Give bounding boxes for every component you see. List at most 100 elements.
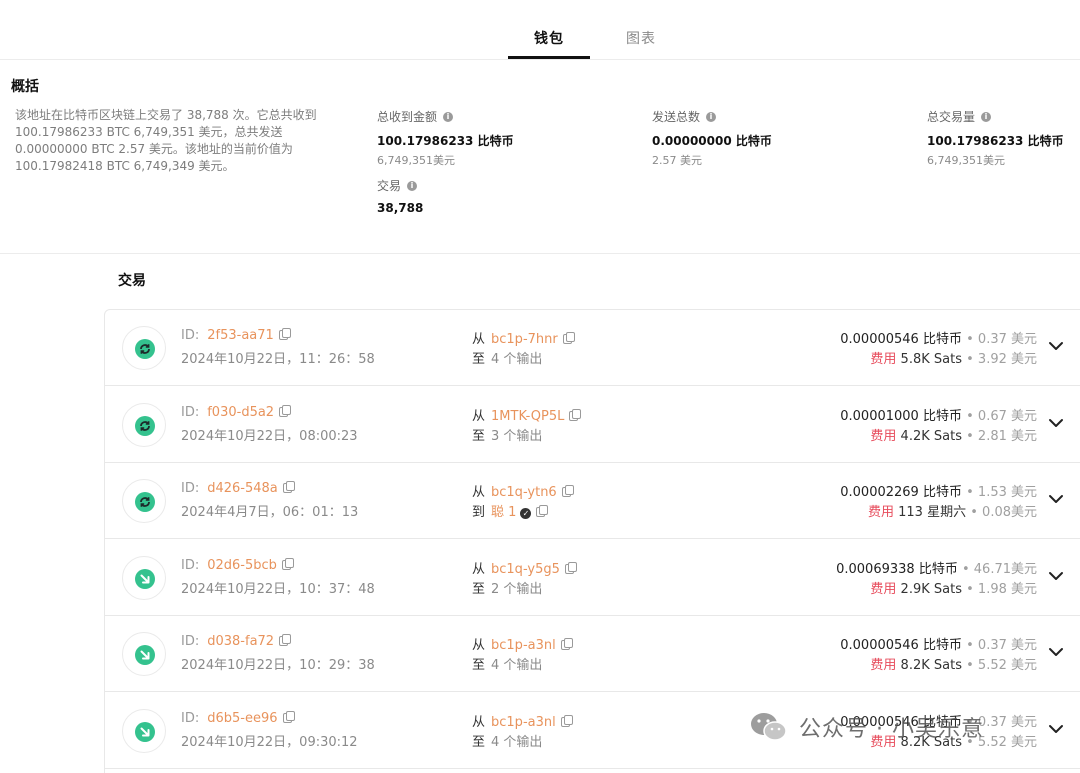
copy-icon[interactable]: [562, 332, 575, 344]
swap-icon: [135, 339, 155, 359]
tx-to: 至 4 个输出: [472, 348, 542, 367]
tx-id-line: ID: d038-fa72: [181, 634, 292, 649]
chevron-down-icon[interactable]: [1046, 719, 1066, 739]
chevron-down-icon[interactable]: [1046, 566, 1066, 586]
from-address[interactable]: bc1q-ytn6: [491, 485, 557, 500]
receive-icon: [135, 721, 155, 742]
tx-amount: 0.00002269 比特币 • 1.53 美元: [840, 481, 1037, 500]
stat-label: 总收到金额: [377, 110, 438, 124]
copy-icon[interactable]: [569, 408, 582, 421]
watermark: 公众号 · 小吴乐意: [749, 710, 984, 744]
to-outputs: 4 个输出: [491, 352, 543, 367]
copy-icon[interactable]: [536, 505, 549, 517]
chevron-down-icon[interactable]: [1046, 489, 1066, 509]
copy-icon[interactable]: [564, 561, 577, 574]
info-icon[interactable]: i: [443, 111, 454, 122]
amount-usd: 0.37 美元: [977, 638, 1037, 653]
from-address[interactable]: bc1p-7hnr: [491, 332, 558, 347]
tab-chart[interactable]: 图表: [626, 28, 656, 48]
transaction-row[interactable]: ID: 2f53-aa71 2024年10月22日，11：26：58 从 bc1p-7h…: [105, 310, 1080, 386]
wechat-icon: [751, 713, 787, 741]
chevron-down-icon[interactable]: [1046, 642, 1066, 662]
watermark-text: 公众号 · 小吴乐意: [799, 717, 984, 742]
copy-icon[interactable]: [560, 714, 573, 727]
tx-id-line: ID: f030-d5a2: [181, 404, 292, 420]
tx-date: 2024年10月22日，11：26：58: [181, 352, 375, 367]
copy-icon[interactable]: [279, 404, 292, 417]
tx-id-line: ID: 02d6-5bcb: [181, 557, 294, 573]
tx-from: 从 bc1p-7hnr: [472, 328, 575, 347]
info-icon[interactable]: i: [706, 111, 717, 122]
dot-separator: •: [966, 332, 974, 347]
info-icon[interactable]: i: [407, 180, 418, 191]
tx-id-line: ID: d6b5-ee96: [181, 710, 295, 726]
copy-icon[interactable]: [561, 485, 574, 497]
receive-icon: [135, 645, 155, 665]
stat-value: 100.17986233 比特币: [927, 134, 1064, 148]
transaction-list: ID: 2f53-aa71 2024年10月22日，11：26：58 从 bc1p-7h…: [104, 309, 1080, 773]
fee-usd: 1.98 美元: [977, 581, 1037, 597]
copy-icon[interactable]: [281, 557, 294, 570]
fee-usd: 2.81 美元: [977, 428, 1037, 444]
tab-wallet[interactable]: 钱包: [508, 28, 590, 59]
info-icon[interactable]: i: [981, 111, 992, 122]
tx-fee: 费用 5.8K Sats • 3.92 美元: [870, 348, 1037, 367]
amount-btc: 0.00000546 比特币: [840, 332, 962, 347]
stat-usd: 6,749,351美元: [377, 154, 455, 167]
tx-id-link[interactable]: 02d6-5bcb: [207, 558, 277, 573]
transaction-row[interactable]: ID: 02d6-5bcb 2024年10月22日，10：37：48 从 bc1q-y5…: [105, 540, 1080, 616]
tx-fee: 费用 113 星期六 • 0.08美元: [868, 501, 1037, 520]
tx-to: 至 2 个输出: [472, 578, 542, 597]
receive-icon: [135, 568, 155, 589]
transaction-row[interactable]: ID: d038-fa72 2024年10月22日，10：29：38 从 bc1p-a3…: [105, 616, 1080, 692]
tx-id-link[interactable]: d6b5-ee96: [207, 711, 277, 726]
tx-id-link[interactable]: d426-548a: [207, 481, 278, 496]
description-line: 该地址在比特币区块链上交易了 38,788 次。它总共收到: [15, 108, 317, 122]
swap-icon: [135, 492, 155, 512]
stat-volume: 总交易量 i 100.17986233 比特币 6,749,351美元: [927, 108, 1064, 168]
from-address[interactable]: 1MTK-QP5L: [491, 409, 564, 424]
transaction-row[interactable]: ID: f030-d5a2 2024年10月22日，08:00:23 从 1MTK-QP…: [105, 387, 1080, 463]
dot-separator: •: [961, 561, 970, 577]
tx-id-link[interactable]: 2f53-aa71: [207, 328, 274, 343]
id-label: ID:: [181, 481, 200, 496]
transaction-row[interactable]: ID: d426-548a 2024年4月7日，06：01：13 从 bc1q-ytn6…: [105, 463, 1080, 539]
id-label: ID:: [181, 634, 200, 649]
id-label: ID:: [181, 404, 200, 420]
tx-fee: 费用 4.2K Sats • 2.81 美元: [870, 425, 1037, 444]
to-label: 到: [472, 505, 486, 520]
dot-separator: •: [966, 658, 974, 673]
copy-icon[interactable]: [282, 710, 295, 723]
chevron-down-icon[interactable]: [1046, 336, 1066, 356]
description-line: 0.00000000 BTC 2.57 美元。该地址的当前价值为: [15, 142, 293, 156]
stat-sent: 发送总数 i 0.00000000 比特币 2.57 美元: [652, 108, 772, 168]
chevron-down-icon[interactable]: [1046, 413, 1066, 433]
tx-id-link[interactable]: d038-fa72: [207, 634, 274, 649]
fee-sats: 2.9K Sats: [900, 581, 962, 597]
fee-usd: 5.52 美元: [977, 734, 1037, 750]
from-address[interactable]: bc1p-a3nl: [491, 715, 556, 730]
stat-usd: 6,749,351美元: [927, 154, 1005, 167]
to-label: 至: [472, 581, 486, 597]
from-address[interactable]: bc1q-y5g5: [491, 562, 560, 577]
from-label: 从: [472, 714, 486, 730]
tx-amount: 0.00000546 比特币 • 0.37 美元: [840, 328, 1037, 347]
stat-value: 0.00000000 比特币: [652, 134, 772, 148]
tx-from: 从 bc1q-y5g5: [472, 558, 577, 577]
tx-to: 至 4 个输出: [472, 654, 542, 673]
copy-icon[interactable]: [278, 328, 291, 340]
from-address[interactable]: bc1p-a3nl: [491, 638, 556, 653]
copy-icon[interactable]: [560, 638, 573, 650]
from-label: 从: [472, 408, 486, 424]
fee-label: 费用: [870, 352, 897, 367]
to-label: 至: [472, 734, 486, 750]
copy-icon[interactable]: [282, 481, 295, 493]
to-address[interactable]: 聪 1: [491, 505, 516, 520]
tx-id-link[interactable]: f030-d5a2: [207, 405, 274, 420]
overview-description: 该地址在比特币区块链上交易了 38,788 次。它总共收到 100.179862…: [15, 107, 345, 175]
to-label: 至: [472, 352, 486, 367]
tx-date: 2024年10月22日，10：37：48: [181, 581, 375, 597]
stat-label: 发送总数: [652, 110, 701, 124]
copy-icon[interactable]: [279, 634, 292, 646]
fee-label: 费用: [870, 428, 897, 444]
